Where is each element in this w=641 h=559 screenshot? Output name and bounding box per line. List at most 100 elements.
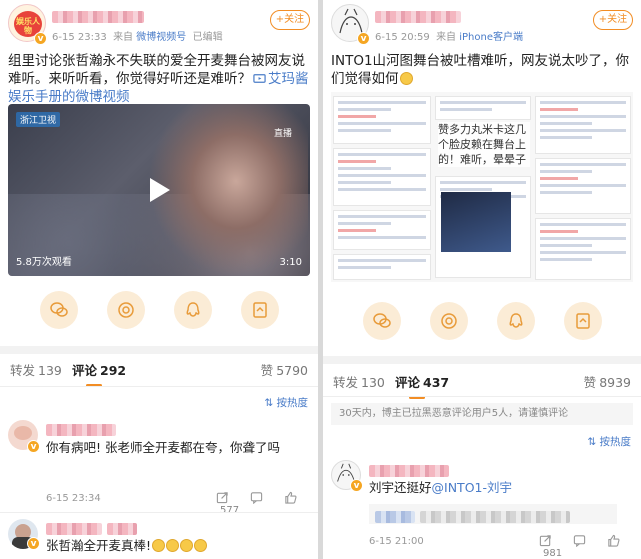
verified-badge-icon: v	[34, 32, 47, 45]
screenshot-thumbnail	[535, 158, 631, 214]
quoted-reply-redacted[interactable]	[369, 504, 617, 524]
post-time: 6-15 20:59	[375, 32, 430, 43]
image-collage[interactable]: 赞多力丸米卡这几个脸皮赖在舞台上的！难听，晕晕子	[331, 92, 633, 282]
emoji-icon	[180, 539, 194, 552]
play-icon[interactable]	[150, 178, 170, 202]
screenshot-thumbnail	[535, 96, 631, 154]
share-moments-button[interactable]	[430, 302, 468, 340]
section-gap	[0, 346, 318, 354]
left-weibo-post: 娱乐人物 v 6-15 23:33 来自 微博视频号 已编辑 +关注 组里讨论张…	[0, 0, 318, 559]
post-header: v 6-15 20:59 来自 iPhone客户端 +关注	[323, 0, 641, 48]
post-source[interactable]: iPhone客户端	[459, 32, 523, 43]
tab-like[interactable]: 赞 5790	[261, 360, 308, 379]
video-link-icon	[253, 74, 266, 83]
tab-comment-label: 评论	[395, 375, 421, 390]
emoji-icon	[194, 539, 208, 552]
like-count: 5790	[276, 363, 308, 378]
screenshot-thumbnail	[535, 218, 631, 280]
emoji-icon	[166, 539, 180, 552]
wechat-icon	[50, 302, 68, 317]
source-prefix: 来自	[113, 32, 134, 43]
tab-comment[interactable]: 评论 437	[395, 372, 450, 399]
video-player[interactable]: 浙江卫视 直播 5.8万次观看 3:10	[8, 104, 310, 276]
post-time: 6-15 23:33	[52, 32, 107, 43]
post-meta: 6-15 23:33 来自 微博视频号 已编辑	[52, 28, 223, 43]
sort-toggle[interactable]: ⇅ 按热度	[587, 434, 631, 449]
edited-label[interactable]: 已编辑	[193, 32, 223, 43]
repost-count: 130	[361, 375, 385, 390]
share-row	[0, 291, 318, 331]
share-image-button[interactable]	[564, 302, 602, 340]
interaction-tabs: 转发 139 评论 292 赞 5790	[0, 354, 318, 387]
comment-count: 437	[423, 375, 450, 390]
share-icon[interactable]	[216, 491, 229, 504]
comment-text: 张哲瀚全开麦真棒!	[46, 538, 208, 554]
tabs-divider	[0, 386, 318, 387]
tab-repost[interactable]: 转发 130	[333, 372, 385, 391]
comment-time: 6-15 23:34	[46, 493, 101, 504]
post-body: INTO1山河图舞台被吐槽难听，网友说太吵了，你们觉得如何	[331, 53, 630, 87]
comment-actions: 981	[539, 534, 641, 559]
verified-badge-icon: v	[27, 440, 40, 453]
share-icon[interactable]	[539, 534, 552, 547]
repost-count: 139	[38, 363, 62, 378]
tab-comment[interactable]: 评论 292	[72, 360, 127, 387]
interaction-tabs: 转发 130 评论 437 赞 8939	[323, 366, 641, 399]
comment-text-body: 张哲瀚全开麦真棒!	[46, 538, 152, 553]
comment-like-count: 981	[543, 548, 563, 559]
emoji-icon	[152, 539, 166, 552]
commenter-name-redacted[interactable]	[369, 462, 449, 481]
share-qq-button[interactable]	[174, 291, 212, 329]
tabs-divider	[323, 396, 641, 397]
tab-comment-label: 评论	[72, 363, 98, 378]
like-icon[interactable]	[607, 534, 620, 547]
source-prefix: 来自	[436, 32, 457, 43]
tab-like-label: 赞	[260, 363, 274, 378]
post-text: 组里讨论张哲瀚永不失联的爱全开麦舞台被网友说难听。来听听看，你觉得好听还是难听？…	[8, 52, 312, 106]
comment-time: 6-15 21:00	[369, 536, 424, 547]
username-redacted[interactable]	[52, 8, 144, 23]
like-icon[interactable]	[284, 491, 297, 504]
screenshot-thumbnail	[333, 148, 431, 206]
reply-icon[interactable]	[573, 534, 586, 548]
collage-caption: 赞多力丸米卡这几个脸皮赖在舞台上的！难听，晕晕子	[438, 122, 530, 167]
comment-text: 你有病吧! 张老师全开麦都在夸，你聋了吗	[46, 440, 280, 455]
screenshot-thumbnail	[333, 254, 431, 280]
follow-button[interactable]: +关注	[270, 10, 310, 30]
share-wechat-button[interactable]	[363, 302, 401, 340]
reply-icon[interactable]	[250, 491, 263, 505]
post-source[interactable]: 微博视频号	[136, 32, 186, 43]
follow-button[interactable]: +关注	[593, 10, 633, 30]
moderation-notice: 30天内，博主已拉黑恶意评论用户5人，请谨慎评论	[331, 403, 633, 425]
username-redacted[interactable]	[375, 8, 461, 23]
verified-badge-icon: v	[27, 537, 40, 550]
tab-repost[interactable]: 转发 139	[10, 360, 62, 379]
moments-icon	[118, 302, 134, 318]
tab-like[interactable]: 赞 8939	[584, 372, 631, 391]
right-weibo-post: v 6-15 20:59 来自 iPhone客户端 +关注 INTO1山河图舞台…	[323, 0, 641, 559]
verified-badge-icon: v	[350, 479, 363, 492]
comment-text: 刘宇还挺好@INTO1-刘宇	[369, 480, 512, 496]
image-share-icon	[253, 302, 267, 318]
qq-icon	[186, 302, 200, 317]
share-image-button[interactable]	[241, 291, 279, 329]
post-text: INTO1山河图舞台被吐槽难听，网友说太吵了，你们觉得如何	[331, 52, 635, 88]
share-moments-button[interactable]	[107, 291, 145, 329]
screenshot-thumbnail	[435, 96, 531, 120]
post-header: 娱乐人物 v 6-15 23:33 来自 微博视频号 已编辑 +关注	[0, 0, 318, 48]
sort-toggle[interactable]: ⇅ 按热度	[264, 395, 308, 410]
video-corner-label: 直播	[273, 129, 292, 139]
video-duration: 3:10	[279, 257, 302, 268]
like-count: 8939	[599, 375, 631, 390]
qq-icon	[509, 313, 523, 328]
commenter-name-redacted[interactable]	[46, 520, 138, 539]
moments-icon	[441, 313, 457, 329]
tab-repost-label: 转发	[10, 363, 36, 378]
sort-label: 按热度	[599, 436, 632, 448]
share-wechat-button[interactable]	[40, 291, 78, 329]
comment-count: 292	[100, 363, 127, 378]
share-qq-button[interactable]	[497, 302, 535, 340]
mention-link[interactable]: @INTO1-刘宇	[432, 480, 512, 495]
commenter-name-redacted[interactable]	[46, 421, 116, 440]
view-count: 5.8万次观看	[16, 257, 72, 268]
